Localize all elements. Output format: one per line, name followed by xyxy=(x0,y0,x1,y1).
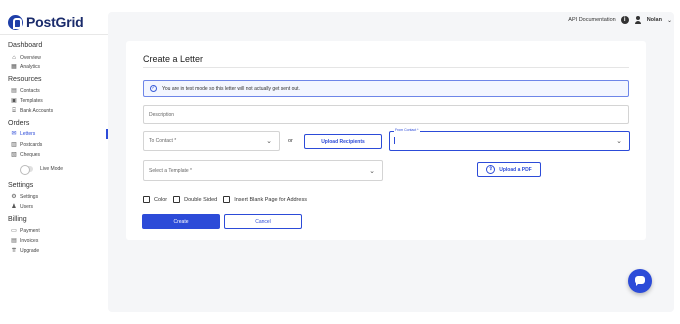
section-title-resources: Resources xyxy=(8,76,42,83)
sidebar-item-invoices[interactable]: ▤ Invoices xyxy=(11,237,38,245)
check-circle-icon: ✓ xyxy=(150,85,157,92)
bank-icon: ⌸ xyxy=(12,108,16,114)
alert-text: You are in test mode so this letter will… xyxy=(162,85,300,92)
sidebar-item-settings[interactable]: ⚙ Settings xyxy=(11,193,38,201)
title-divider xyxy=(143,67,629,68)
chevron-down-icon[interactable]: ⌄ xyxy=(667,17,672,24)
section-title-dashboard: Dashboard xyxy=(8,42,43,49)
live-mode-label: Live Mode xyxy=(40,166,64,172)
sidebar-item-overview[interactable]: ⌂ Overview xyxy=(11,54,41,62)
topbar: API Documentation i Nolan ⌄ xyxy=(568,16,672,24)
checkbox-box xyxy=(223,196,231,203)
user-icon xyxy=(634,16,642,24)
from-contact-select[interactable]: From Contact * ⌄ xyxy=(389,128,630,151)
blank-page-checkbox[interactable]: Insert Blank Page for Address xyxy=(223,196,307,203)
from-contact-label: From Contact * xyxy=(394,128,420,132)
to-contact-select[interactable]: To Contact * ⌄ xyxy=(143,131,280,151)
test-mode-alert: ✓ You are in test mode so this letter wi… xyxy=(143,80,629,97)
upload-pdf-button[interactable]: ⇧ Upload a PDF xyxy=(477,162,541,177)
section-title-billing: Billing xyxy=(8,216,27,223)
sidebar-item-contacts[interactable]: ▤ Contacts xyxy=(11,87,40,95)
sidebar-item-templates[interactable]: ▣ Templates xyxy=(11,97,43,105)
chevron-down-icon: ⌄ xyxy=(266,138,272,145)
page-title: Create a Letter xyxy=(143,54,204,64)
logo-icon xyxy=(8,14,23,30)
postcards-icon: ▥ xyxy=(11,142,17,148)
create-letter-card: Create a Letter ✓ You are in test mode s… xyxy=(126,41,646,240)
checkbox-box xyxy=(173,196,181,203)
templates-icon: ▣ xyxy=(11,98,17,104)
contacts-icon: ▤ xyxy=(11,88,17,94)
sidebar-divider xyxy=(0,34,108,35)
sidebar-item-letters[interactable]: ✉ Letters xyxy=(11,130,35,138)
cancel-button[interactable]: Cancel xyxy=(224,214,302,229)
sidebar-item-postcards[interactable]: ▥ Postcards xyxy=(11,141,42,149)
color-checkbox[interactable]: Color xyxy=(143,196,167,203)
live-mode-toggle[interactable] xyxy=(20,165,33,175)
sidebar-item-analytics[interactable]: ▦ Analytics xyxy=(11,63,40,71)
letter-options: Color Double Sided Insert Blank Page for… xyxy=(143,196,307,203)
chevron-down-icon: ⌄ xyxy=(369,167,375,175)
sidebar-item-upgrade[interactable]: ⇈ Upgrade xyxy=(11,247,39,255)
create-button[interactable]: Create xyxy=(142,214,220,229)
description-input[interactable]: Description xyxy=(143,105,629,124)
sidebar-item-cheques[interactable]: ▧ Cheques xyxy=(11,151,40,159)
payment-icon: ▭ xyxy=(11,228,17,234)
upgrade-icon: ⇈ xyxy=(11,248,17,254)
analytics-icon: ▦ xyxy=(11,64,17,70)
chat-button[interactable] xyxy=(628,269,652,293)
info-icon[interactable]: i xyxy=(620,16,629,24)
cheques-icon: ▧ xyxy=(11,152,17,158)
postgrid-logo[interactable]: PostGrid xyxy=(8,14,84,30)
users-icon: ♟ xyxy=(11,204,17,210)
chevron-down-icon: ⌄ xyxy=(616,138,622,145)
logo-text: PostGrid xyxy=(26,14,84,30)
section-title-orders: Orders xyxy=(8,120,30,127)
or-label: or xyxy=(288,138,293,144)
home-icon: ⌂ xyxy=(12,55,16,61)
template-select[interactable]: Select a Template * ⌄ xyxy=(143,160,383,181)
user-menu-name[interactable]: Nolan xyxy=(647,17,662,23)
checkbox-box xyxy=(143,196,150,203)
api-documentation-link[interactable]: API Documentation xyxy=(568,17,615,23)
upload-recipients-button[interactable]: Upload Recipients xyxy=(304,134,382,149)
invoices-icon: ▤ xyxy=(11,238,17,244)
sidebar-item-users[interactable]: ♟ Users xyxy=(11,203,33,211)
sidebar-item-bank-accounts[interactable]: ⌸ Bank Accounts xyxy=(11,107,53,115)
text-cursor xyxy=(394,137,395,144)
gear-icon: ⚙ xyxy=(11,194,17,200)
section-title-settings: Settings xyxy=(8,182,34,189)
upload-icon: ⇧ xyxy=(486,165,496,174)
sidebar-item-payment[interactable]: ▭ Payment xyxy=(11,227,40,235)
double-sided-checkbox[interactable]: Double Sided xyxy=(173,196,217,203)
letters-icon: ✉ xyxy=(11,131,17,137)
sidebar: PostGrid Dashboard ⌂ Overview ▦ Analytic… xyxy=(0,0,108,324)
